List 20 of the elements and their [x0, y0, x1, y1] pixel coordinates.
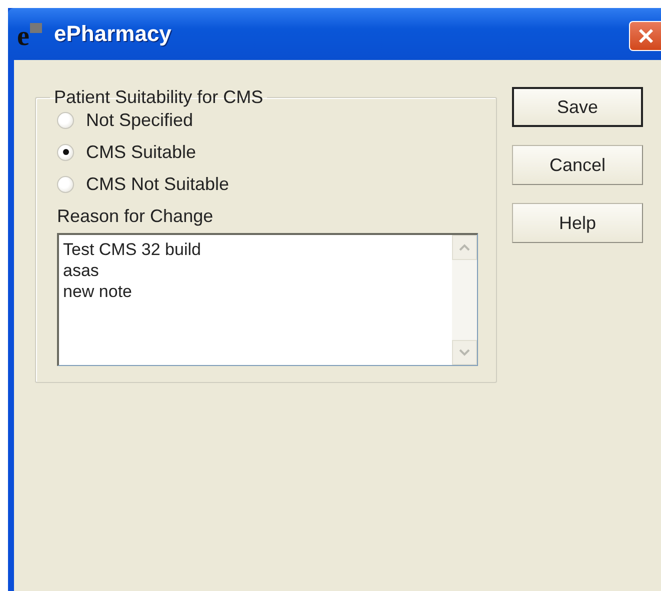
- dialog-button[interactable]: Help: [512, 203, 643, 243]
- reason-label: Reason for Change: [57, 206, 214, 227]
- group-title: Patient Suitability for CMS: [53, 87, 264, 108]
- up-chevron-icon: [459, 244, 470, 251]
- radio-button[interactable]: [57, 144, 74, 160]
- radio-label[interactable]: Not Specified: [86, 110, 194, 130]
- down-chevron-icon: [459, 349, 470, 356]
- dialog-button[interactable]: Cancel: [512, 145, 643, 185]
- window-title: ePharmacy: [54, 21, 172, 47]
- close-icon: [636, 27, 654, 45]
- dialog-button[interactable]: Save: [512, 87, 643, 127]
- radio-label[interactable]: CMS Suitable: [86, 142, 196, 162]
- close-button[interactable]: [629, 21, 661, 51]
- reason-text-field[interactable]: Test CMS 32 build asas new note: [57, 233, 478, 366]
- scroll-down-button[interactable]: [452, 340, 477, 365]
- radio-label[interactable]: CMS Not Suitable: [86, 174, 230, 194]
- radio-button[interactable]: [57, 176, 74, 192]
- scroll-up-button[interactable]: [452, 235, 477, 260]
- scrollbar[interactable]: [452, 235, 477, 365]
- radio-button[interactable]: [57, 112, 74, 128]
